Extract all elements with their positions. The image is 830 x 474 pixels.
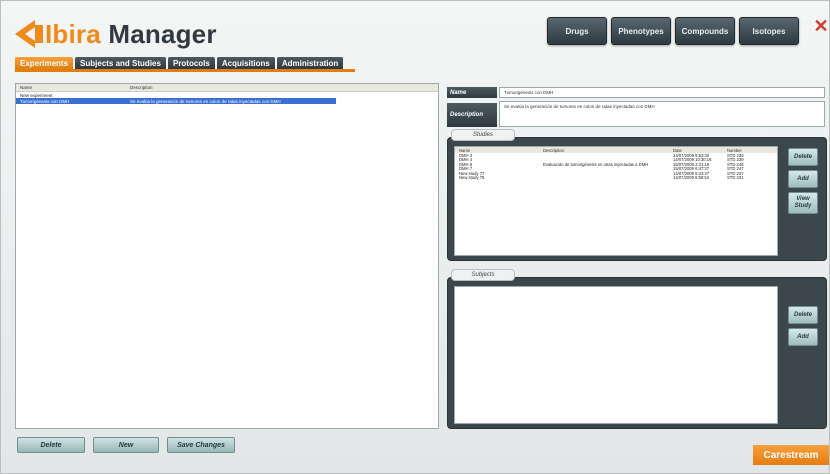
add-subject-button[interactable]: Add [788, 328, 818, 346]
tab-protocols[interactable]: Protocols [167, 57, 215, 69]
study-number: STD 231 [727, 175, 744, 181]
delete-experiment-button[interactable]: Delete [17, 437, 85, 453]
list-item-selected[interactable]: Tumorigénesis con DMH Se evalúa la gener… [16, 98, 336, 104]
study-date: 14/07/2009 8:58:52 [673, 175, 710, 181]
study-description: Evaluación de tumorigénesis en ratas iny… [543, 161, 649, 167]
table-row[interactable]: New study 78 14/07/2009 8:58:52 STD 231 [455, 175, 777, 181]
column-header-description[interactable]: Description [543, 148, 673, 153]
add-study-button[interactable]: Add [788, 170, 818, 188]
subjects-table[interactable] [454, 286, 778, 424]
column-header-date[interactable]: Date [673, 148, 727, 153]
column-header-name[interactable]: Name [20, 85, 130, 90]
app-logo: Ibira Manager [13, 17, 217, 51]
studies-group: Name Description Date Number DMH 3 14/07… [447, 137, 827, 261]
logo-text-part2: Manager [100, 18, 217, 49]
name-label: Name [447, 87, 497, 98]
main-tabs: Experiments Subjects and Studies Protoco… [15, 57, 344, 69]
name-field[interactable]: Tumorigénesis con DMH [499, 87, 825, 98]
logo-text-part1: Ibira [45, 18, 101, 49]
list-item-description: Se evalúa la generación de tumores en co… [130, 98, 281, 104]
tab-experiments[interactable]: Experiments [15, 57, 74, 69]
column-header-number[interactable]: Number [727, 148, 742, 153]
tab-subjects-and-studies[interactable]: Subjects and Studies [75, 57, 166, 69]
experiments-list-header: Name Description [16, 84, 438, 92]
tab-administration[interactable]: Administration [276, 57, 344, 69]
view-study-button[interactable]: View Study [788, 192, 818, 214]
tab-underline [15, 69, 355, 72]
logo-arrow-icon [13, 17, 47, 51]
delete-study-button[interactable]: Delete [788, 148, 818, 166]
column-header-description[interactable]: Description [130, 85, 153, 90]
description-field[interactable]: Se evalúa la generación de tumores en co… [499, 101, 825, 127]
compounds-button[interactable]: Compounds [675, 17, 735, 45]
tab-acquisitions[interactable]: Acquisitions [216, 57, 275, 69]
subjects-group-label: Subjects [451, 269, 515, 281]
subjects-group: Delete Add [447, 277, 827, 429]
phenotypes-button[interactable]: Phenotypes [611, 17, 671, 45]
save-changes-button[interactable]: Save Changes [167, 437, 235, 453]
studies-table[interactable]: Name Description Date Number DMH 3 14/07… [454, 146, 778, 256]
studies-group-label: Studies [451, 129, 515, 141]
study-name: New study 78 [459, 175, 485, 181]
app-window: Ibira Manager Drugs Phenotypes Compounds… [0, 0, 830, 474]
list-item-name: Tumorigénesis con DMH [20, 98, 70, 104]
new-experiment-button[interactable]: New [93, 437, 159, 453]
drugs-button[interactable]: Drugs [547, 17, 607, 45]
description-label: Description [447, 103, 497, 127]
app-title: Ibira Manager [45, 19, 217, 50]
column-header-name[interactable]: Name [459, 148, 543, 153]
isotopes-button[interactable]: Isotopes [739, 17, 799, 45]
carestream-logo: Carestream [753, 445, 829, 465]
delete-subject-button[interactable]: Delete [788, 306, 818, 324]
list-item-name: New experiment [20, 92, 53, 98]
close-icon[interactable]: ✕ [813, 17, 829, 35]
experiments-list[interactable]: Name Description New experiment Tumorigé… [15, 83, 439, 429]
